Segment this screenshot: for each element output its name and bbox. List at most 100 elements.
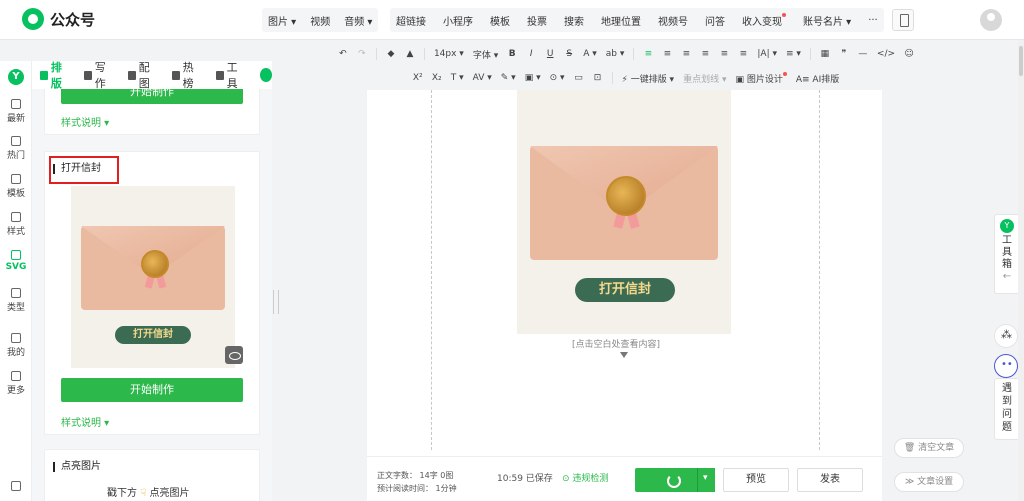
font-color-icon[interactable]: A ▾	[583, 49, 597, 59]
font-family-select[interactable]: 字体 ▾	[473, 48, 498, 61]
menu-search[interactable]: 搜索	[564, 13, 584, 28]
format-painter-icon[interactable]: ◆	[386, 49, 396, 59]
tab-layout[interactable]: 排版	[40, 59, 70, 91]
menu-qa[interactable]: 问答	[705, 13, 725, 28]
key-underline-button[interactable]: 重点划线 ▾	[683, 72, 726, 85]
preview-button[interactable]: 预览	[723, 468, 789, 492]
envelope-svg-preview[interactable]: 打开信封	[517, 90, 731, 334]
align-right-icon[interactable]: ≡	[681, 49, 691, 59]
clear-article-button[interactable]: 🗑 清空文章	[894, 438, 964, 458]
left-nav: 最新 热门 模板 样式 SVG 类型 我的 更多	[0, 61, 32, 501]
menu-account-card[interactable]: 账号名片 ▾	[803, 13, 851, 28]
start-button-prev[interactable]: 开始制作	[61, 89, 243, 104]
start-button[interactable]: 开始制作	[61, 378, 243, 402]
nav-template[interactable]: 模板	[0, 174, 32, 199]
compliance-check[interactable]: ⊙ 违规检测	[562, 471, 608, 484]
subscript-icon[interactable]: X₂	[432, 73, 442, 83]
menu-template[interactable]: 模板	[490, 13, 510, 28]
nav-type[interactable]: 类型	[0, 288, 32, 313]
envelope-thumbnail[interactable]: 打开信封	[71, 186, 243, 368]
envelope-image-large	[530, 146, 718, 260]
editor-canvas[interactable]: 打开信封 [点击空白处查看内容]	[367, 90, 882, 501]
svg-icon	[11, 250, 21, 260]
one-click-layout-button[interactable]: ⚡ 一键排版 ▾	[622, 72, 675, 85]
menu-channels[interactable]: 视频号	[658, 13, 688, 28]
wax-seal-icon	[141, 250, 169, 278]
menu-monetize[interactable]: 收入变现	[742, 12, 786, 28]
justify-icon[interactable]: ≡	[700, 49, 710, 59]
text-style-icon[interactable]: T ▾	[451, 73, 464, 83]
underline-icon[interactable]: U	[545, 49, 555, 59]
menu-location[interactable]: 地理位置	[601, 13, 641, 28]
redo-icon[interactable]: ↷	[357, 49, 367, 59]
letter-spacing-icon[interactable]: |A| ▾	[757, 49, 777, 59]
menu-miniprogram[interactable]: 小程序	[443, 13, 473, 28]
feedback-float-icon[interactable]: ••	[994, 354, 1018, 378]
menu-image[interactable]: 图片 ▾	[268, 13, 296, 28]
superscript-icon[interactable]: X²	[413, 73, 423, 83]
avatar[interactable]	[980, 9, 1002, 31]
code-icon[interactable]: </>	[877, 49, 895, 59]
clear-format-icon[interactable]: ▲	[405, 49, 415, 59]
menu-more[interactable]: ···	[868, 15, 878, 26]
table-icon[interactable]: ▦	[820, 49, 830, 59]
style-info-link[interactable]: 样式说明 ▾	[61, 414, 109, 429]
feedback-button[interactable]: 遇 到 问 题	[994, 378, 1020, 440]
align-left-icon[interactable]: ≡	[643, 49, 653, 59]
save-dropdown-button[interactable]: ▾	[697, 468, 715, 492]
nav-headset[interactable]	[0, 481, 32, 493]
headset-icon	[11, 481, 21, 491]
scrollbar[interactable]	[1018, 40, 1024, 501]
divider-icon[interactable]: —	[858, 49, 868, 59]
nav-latest[interactable]: 最新	[0, 99, 32, 124]
line-height-icon[interactable]: ≡	[738, 49, 748, 59]
plugin-logo-icon[interactable]: Y	[8, 69, 24, 85]
nav-mine[interactable]: 我的	[0, 333, 32, 358]
strikethrough-icon[interactable]: S	[564, 49, 574, 59]
open-envelope-button[interactable]: 打开信封	[575, 278, 675, 302]
bold-icon[interactable]: B	[507, 49, 517, 59]
tab-tools[interactable]: 工具	[215, 59, 246, 91]
phone-preview-icon[interactable]	[892, 9, 914, 31]
nav-svg[interactable]: SVG	[0, 250, 32, 272]
spacing-icon[interactable]: AV ▾	[473, 73, 492, 83]
menu-audio[interactable]: 音频 ▾	[344, 13, 372, 28]
align-center-icon[interactable]: ≡	[662, 49, 672, 59]
article-settings-button[interactable]: ≫ 文章设置	[894, 472, 964, 492]
pen-icon[interactable]: ✎ ▾	[501, 73, 516, 83]
panel-toggle[interactable]	[259, 68, 273, 82]
style-icon	[11, 212, 21, 222]
image-icon[interactable]: ▣ ▾	[525, 73, 541, 83]
indent-icon[interactable]: ≡	[719, 49, 729, 59]
nav-hot[interactable]: 热门	[0, 136, 32, 161]
emoji-icon[interactable]: ☺	[904, 49, 914, 59]
preview-eye-icon[interactable]	[225, 346, 243, 364]
brand-logo[interactable]: 公众号	[22, 8, 95, 30]
italic-icon[interactable]: I	[526, 49, 536, 59]
ai-layout-button[interactable]: A≡ AI排版	[796, 72, 839, 85]
style-info-link-prev[interactable]: 样式说明 ▾	[61, 114, 109, 129]
undo-icon[interactable]: ↶	[338, 49, 348, 59]
video-icon[interactable]: ⊙ ▾	[550, 73, 565, 83]
nav-more[interactable]: 更多	[0, 371, 32, 396]
template-icon[interactable]: ⊡	[593, 73, 603, 83]
menu-video[interactable]: 视频	[310, 13, 330, 28]
tab-trending[interactable]: 热榜	[171, 59, 202, 91]
tab-write[interactable]: 写作	[83, 59, 114, 91]
tab-images[interactable]: 配图	[127, 59, 158, 91]
image-design-button[interactable]: ▣ 图片设计	[735, 71, 787, 85]
scrollbar-thumb[interactable]	[1019, 46, 1023, 76]
grid-float-button[interactable]: ⁂	[994, 324, 1018, 348]
highlight-color-icon[interactable]: ab ▾	[606, 49, 625, 59]
quote-icon[interactable]: ❞	[839, 49, 849, 59]
toolbox-button[interactable]: Y 工 具 箱 ←	[994, 214, 1020, 294]
menu-vote[interactable]: 投票	[527, 13, 547, 28]
resize-handle[interactable]	[273, 290, 279, 314]
list-icon[interactable]: ≡ ▾	[786, 49, 801, 59]
grid-icon	[11, 371, 21, 381]
menu-hyperlink[interactable]: 超链接	[396, 13, 426, 28]
publish-button[interactable]: 发表	[797, 468, 863, 492]
nav-style[interactable]: 样式	[0, 212, 32, 237]
html-icon[interactable]: ▭	[574, 73, 584, 83]
font-size-select[interactable]: 14px ▾	[434, 49, 464, 59]
